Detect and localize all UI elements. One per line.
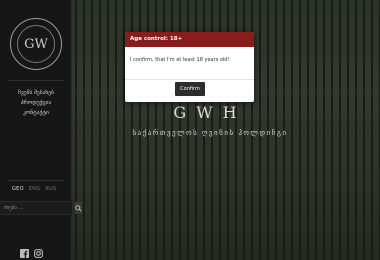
- modal-title: Age control: 18+: [125, 32, 254, 47]
- hero-subtitle: საქართველოს ღვინის ჰოლდინგი: [132, 129, 288, 137]
- sidebar-item-products[interactable]: პროდუქცია: [0, 98, 72, 108]
- search-bar: [0, 201, 82, 215]
- sidebar-divider: [8, 180, 64, 181]
- modal-footer: Confirm: [125, 80, 254, 102]
- search-icon: [75, 204, 82, 212]
- social-links: [20, 243, 43, 258]
- age-control-modal: Age control: 18+ I confirm, that I'm at …: [125, 32, 254, 102]
- logo-monogram: GW: [17, 25, 55, 63]
- hero-title: GWH: [173, 103, 247, 122]
- sidebar: GW ჩვენს შესახებ პროდუქცია კონტაქტი GEO …: [0, 0, 82, 260]
- instagram-icon[interactable]: [34, 243, 43, 258]
- modal-message: I confirm, that I'm at least 18 years ol…: [125, 47, 254, 80]
- sidebar-item-about[interactable]: ჩვენს შესახებ: [0, 88, 72, 98]
- search-button[interactable]: [75, 202, 82, 214]
- sidebar-divider: [8, 80, 64, 81]
- lang-geo[interactable]: GEO: [12, 186, 24, 192]
- facebook-icon[interactable]: [20, 243, 29, 258]
- lang-eng[interactable]: ENG: [29, 186, 41, 192]
- logo[interactable]: GW: [10, 18, 62, 70]
- confirm-button[interactable]: Confirm: [175, 82, 205, 96]
- sidebar-nav: ჩვენს შესახებ პროდუქცია კონტაქტი: [0, 88, 72, 118]
- lang-rus[interactable]: RUS: [45, 186, 56, 192]
- search-input[interactable]: [0, 202, 75, 214]
- sidebar-item-contact[interactable]: კონტაქტი: [0, 108, 72, 118]
- language-switcher: GEO ENG RUS: [12, 186, 60, 192]
